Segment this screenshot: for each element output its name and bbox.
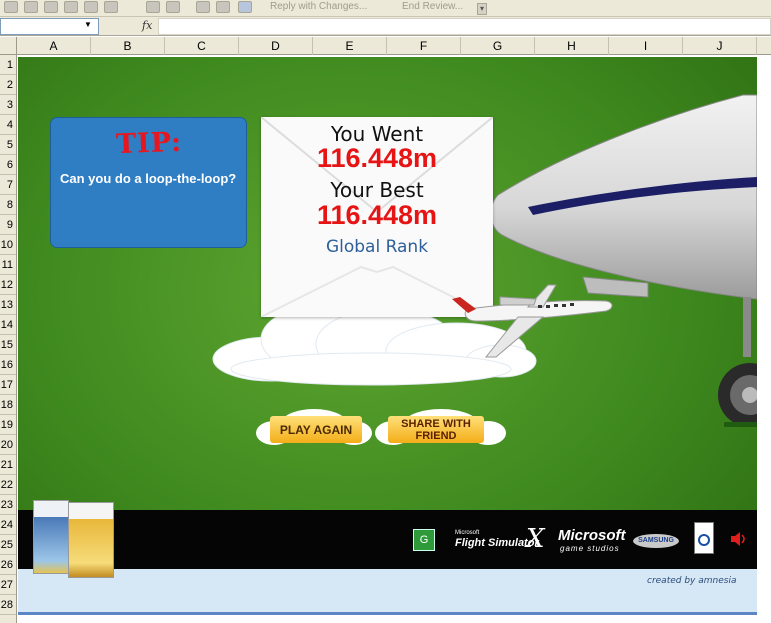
share-with-friend-button[interactable]: SHARE WITH FRIEND [388, 416, 484, 443]
global-rank-link[interactable]: Global Rank [261, 237, 493, 257]
row-header[interactable]: 17 [0, 375, 16, 395]
row-header[interactable]: 20 [0, 435, 16, 455]
fsx-logo-small: Microsoft [455, 530, 480, 536]
row-header[interactable]: 12 [0, 275, 16, 295]
row-header[interactable]: 1 [0, 55, 16, 75]
row-headers: 1 2 3 4 5 6 7 8 9 10 11 12 13 14 15 16 1… [0, 55, 17, 623]
formula-input[interactable] [158, 18, 771, 35]
row-header[interactable]: 25 [0, 535, 16, 555]
row-header[interactable]: 26 [0, 555, 16, 575]
flight-game-canvas[interactable]: TIP: Can you do a loop-the-loop? You Wen… [18, 57, 757, 612]
toolbar-icon[interactable] [196, 1, 210, 13]
column-header-c[interactable]: C [165, 37, 239, 55]
row-header[interactable]: 27 [0, 575, 16, 595]
toolbar-icon[interactable] [238, 1, 252, 13]
fsx-logo-x: X [526, 524, 545, 554]
small-jet-illustration [452, 284, 613, 358]
row-header[interactable]: 7 [0, 175, 16, 195]
row-header[interactable]: 6 [0, 155, 16, 175]
column-header-g[interactable]: G [461, 37, 535, 55]
best-value: 116.448m [316, 200, 438, 230]
fsx-deluxe-box-art [68, 502, 114, 578]
sound-icon[interactable] [730, 532, 748, 546]
reply-with-changes-button[interactable]: Reply with Changes... [270, 1, 367, 12]
samsung-logo: SAMSUNG [633, 534, 679, 548]
game-border [18, 612, 757, 615]
row-header[interactable]: 11 [0, 255, 16, 275]
toolbar-icon[interactable] [104, 1, 118, 13]
row-header[interactable]: 13 [0, 295, 16, 315]
game-studios-logo: game studios [560, 544, 620, 553]
row-header[interactable]: 10 [0, 235, 16, 255]
row-header[interactable]: 3 [0, 95, 16, 115]
column-header-i[interactable]: I [609, 37, 683, 55]
row-header[interactable]: 16 [0, 355, 16, 375]
row-header[interactable]: 24 [0, 515, 16, 535]
row-header[interactable]: 21 [0, 455, 16, 475]
column-header-h[interactable]: H [535, 37, 609, 55]
distance-value: 116.448m [316, 143, 438, 173]
column-header-j[interactable]: J [683, 37, 757, 55]
row-header[interactable]: 5 [0, 135, 16, 155]
toolbar-icon[interactable] [4, 1, 18, 13]
tip-text: Can you do a loop-the-loop? [60, 171, 237, 186]
play-again-button[interactable]: PLAY AGAIN [270, 416, 362, 443]
row-header[interactable]: 4 [0, 115, 16, 135]
tip-title: TIP: [115, 126, 183, 161]
rating-badge-icon: G [413, 529, 435, 551]
row-header[interactable]: 2 [0, 75, 16, 95]
column-header-d[interactable]: D [239, 37, 313, 55]
column-headers: A B C D E F G H I J [0, 37, 771, 55]
row-header[interactable]: 14 [0, 315, 16, 335]
undo-icon[interactable] [146, 1, 160, 13]
column-header-e[interactable]: E [313, 37, 387, 55]
formula-bar: ▼ fx [0, 17, 771, 36]
row-header[interactable]: 19 [0, 415, 16, 435]
row-header[interactable]: 8 [0, 195, 16, 215]
best-label: Your Best [330, 178, 424, 202]
end-review-button[interactable]: End Review... [402, 1, 463, 12]
row-header[interactable]: 18 [0, 395, 16, 415]
toolbar-icon[interactable] [44, 1, 58, 13]
insert-function-icon[interactable]: fx [142, 19, 152, 32]
toolbar-icon[interactable] [84, 1, 98, 13]
credit-link[interactable]: created by amnesia [647, 576, 736, 586]
tip-panel: TIP: Can you do a loop-the-loop? [50, 117, 247, 248]
row-header[interactable]: 9 [0, 215, 16, 235]
select-all-corner[interactable] [0, 37, 17, 55]
excel-toolbar: Reply with Changes... End Review... ▾ [0, 0, 771, 17]
row-header[interactable]: 23 [0, 495, 16, 515]
microsoft-logo: Microsoft [558, 527, 626, 544]
toolbar-icon[interactable] [64, 1, 78, 13]
column-header-a[interactable]: A [17, 37, 91, 55]
column-header-b[interactable]: B [91, 37, 165, 55]
row-header[interactable]: 28 [0, 595, 16, 615]
fsx-box-art [33, 500, 69, 574]
row-header[interactable]: 22 [0, 475, 16, 495]
redo-icon[interactable] [166, 1, 180, 13]
intel-badge-icon [694, 522, 714, 554]
toolbar-icon[interactable] [24, 1, 38, 13]
chevron-down-icon[interactable]: ▼ [84, 20, 92, 29]
row-header[interactable]: 15 [0, 335, 16, 355]
column-header-f[interactable]: F [387, 37, 461, 55]
toolbar-icon[interactable] [216, 1, 230, 13]
toolbar-options-icon[interactable]: ▾ [477, 3, 487, 15]
